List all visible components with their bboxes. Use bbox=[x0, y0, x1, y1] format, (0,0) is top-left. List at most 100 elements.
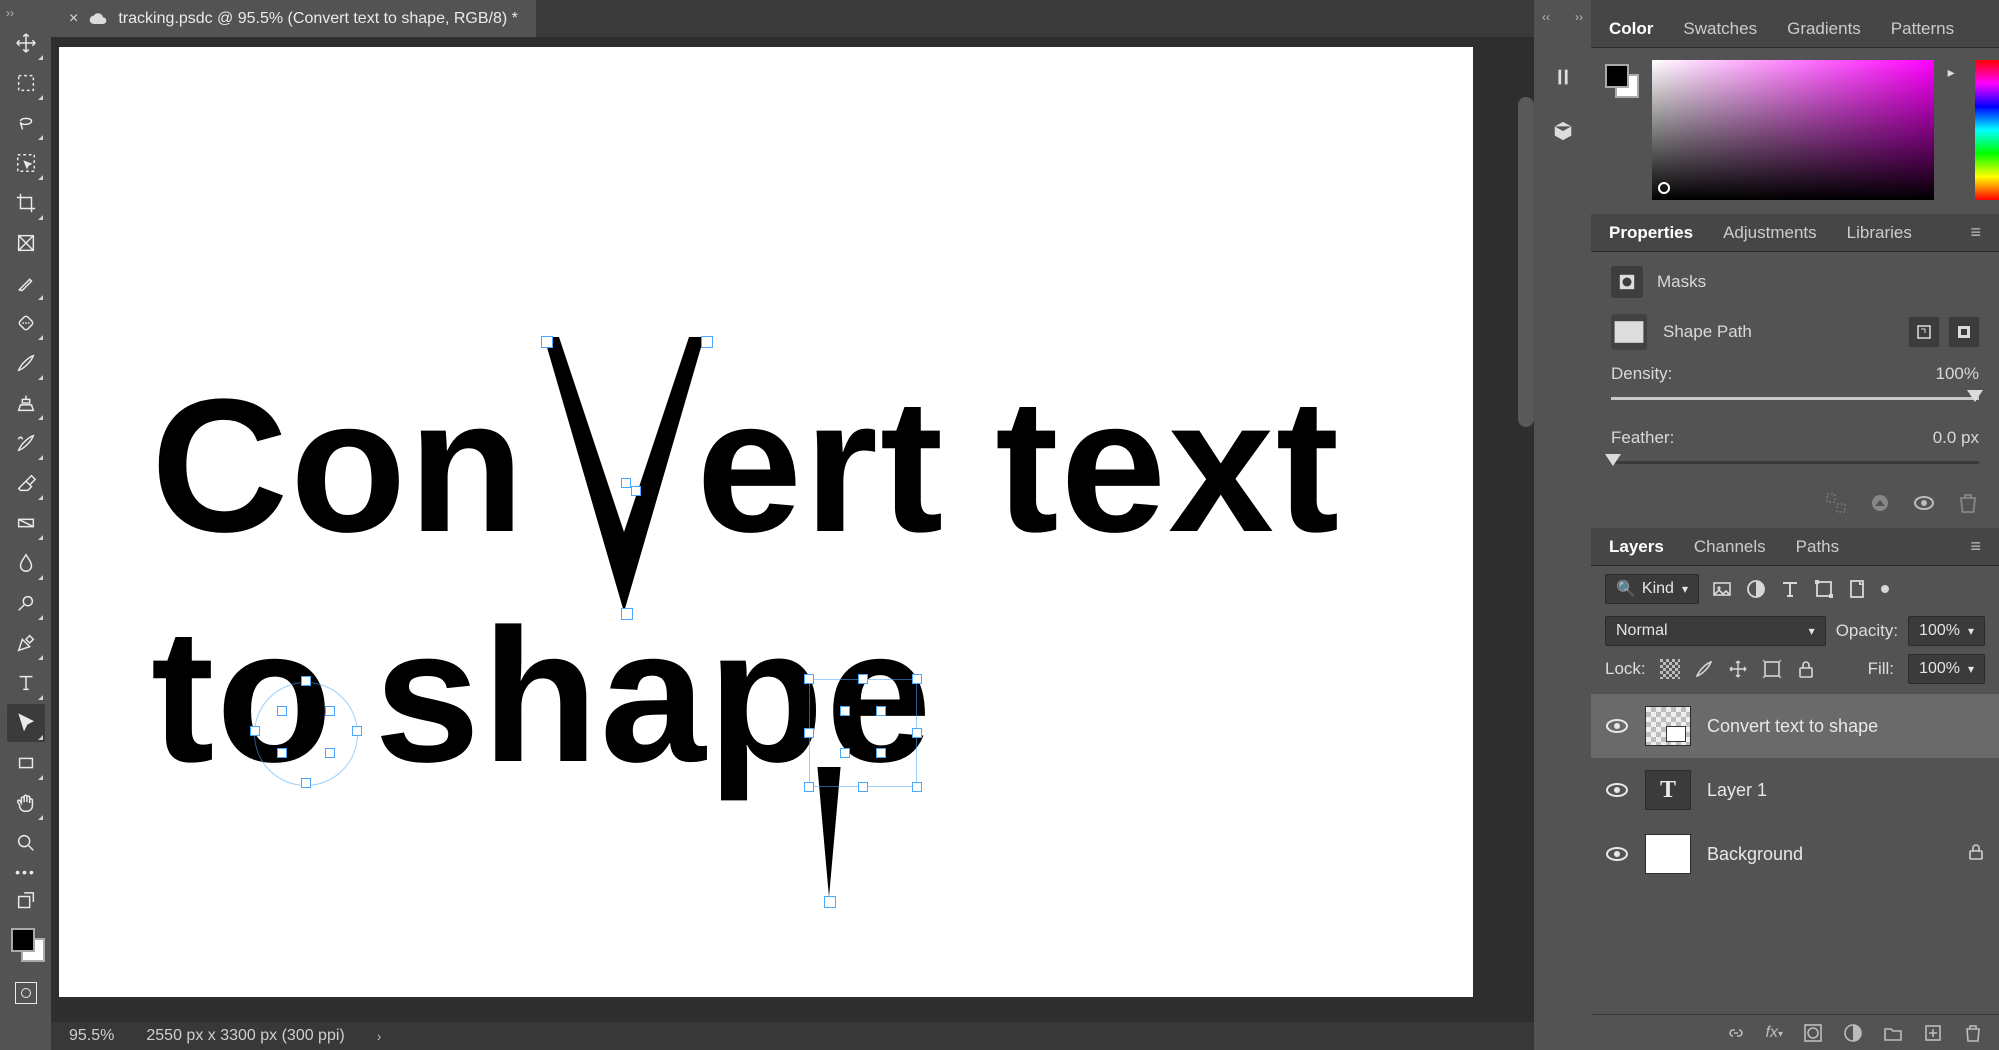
clone-stamp-tool[interactable] bbox=[7, 384, 45, 422]
lock-artboard-icon[interactable] bbox=[1762, 659, 1782, 679]
delete-mask-icon[interactable] bbox=[1957, 492, 1979, 514]
rectangle-tool[interactable] bbox=[7, 744, 45, 782]
hue-strip[interactable] bbox=[1975, 60, 1999, 200]
status-zoom[interactable]: 95.5% bbox=[69, 1027, 114, 1045]
tab-swatches[interactable]: Swatches bbox=[1683, 19, 1757, 39]
filter-shape-icon[interactable] bbox=[1813, 578, 1835, 600]
blend-mode-select[interactable]: Normal ▾ bbox=[1605, 616, 1826, 646]
density-slider[interactable] bbox=[1611, 388, 1979, 410]
edit-toolbar-icon[interactable] bbox=[7, 888, 45, 916]
feather-slider[interactable] bbox=[1611, 452, 1979, 474]
pen-tool[interactable] bbox=[7, 624, 45, 662]
frame-tool[interactable] bbox=[7, 224, 45, 262]
toolbar-collapse-chevrons[interactable]: ›› bbox=[0, 6, 51, 22]
filter-pixel-icon[interactable] bbox=[1711, 578, 1733, 600]
tab-layers[interactable]: Layers bbox=[1609, 537, 1664, 557]
lock-position-icon[interactable] bbox=[1728, 659, 1748, 679]
invert-mask-button[interactable] bbox=[1949, 317, 1979, 347]
density-value[interactable]: 100% bbox=[1936, 364, 1979, 384]
filter-type-icon[interactable] bbox=[1779, 578, 1801, 600]
type-tool[interactable] bbox=[7, 664, 45, 702]
path-select-tool[interactable] bbox=[7, 704, 45, 742]
delete-layer-icon[interactable] bbox=[1963, 1023, 1983, 1043]
tab-properties[interactable]: Properties bbox=[1609, 223, 1693, 243]
panel-menu-icon[interactable]: ≡ bbox=[1970, 222, 1981, 243]
opacity-field[interactable]: 100% ▾ bbox=[1908, 616, 1985, 646]
status-chevron-icon[interactable]: › bbox=[377, 1028, 382, 1044]
fill-field[interactable]: 100% ▾ bbox=[1908, 654, 1985, 684]
tab-patterns[interactable]: Patterns bbox=[1891, 19, 1954, 39]
layer-fx-icon[interactable]: fx▾ bbox=[1766, 1024, 1783, 1042]
color-field[interactable] bbox=[1652, 60, 1933, 200]
tab-gradients[interactable]: Gradients bbox=[1787, 19, 1861, 39]
dodge-tool[interactable] bbox=[7, 584, 45, 622]
crop-tool[interactable] bbox=[7, 184, 45, 222]
filter-toggle-dot[interactable] bbox=[1881, 585, 1889, 593]
layer-item[interactable]: T Layer 1 bbox=[1591, 758, 1999, 822]
spot-heal-tool[interactable] bbox=[7, 304, 45, 342]
canvas-scrollbar[interactable] bbox=[1518, 97, 1534, 427]
quick-mask-toggle[interactable] bbox=[15, 982, 37, 1004]
edited-v-shape[interactable] bbox=[539, 332, 709, 622]
eraser-tool[interactable] bbox=[7, 464, 45, 502]
dock-collapse-chevrons[interactable]: ‹‹ bbox=[1542, 10, 1550, 24]
layer-name[interactable]: Layer 1 bbox=[1707, 780, 1767, 801]
layer-thumbnail[interactable] bbox=[1645, 834, 1691, 874]
tab-libraries[interactable]: Libraries bbox=[1847, 223, 1912, 243]
layer-lock-icon[interactable] bbox=[1967, 843, 1985, 866]
filter-smart-icon[interactable] bbox=[1847, 578, 1869, 600]
status-doc-info[interactable]: 2550 px x 3300 px (300 ppi) bbox=[146, 1027, 344, 1045]
tab-adjustments[interactable]: Adjustments bbox=[1723, 223, 1817, 243]
link-layers-icon[interactable] bbox=[1726, 1023, 1746, 1043]
history-brush-tool[interactable] bbox=[7, 424, 45, 462]
more-tools-icon[interactable]: ••• bbox=[15, 864, 36, 886]
color-slider-arrow-icon[interactable]: ▸ bbox=[1948, 64, 1962, 81]
document-tab[interactable]: × tracking.psdc @ 95.5% (Convert text to… bbox=[51, 0, 536, 37]
visibility-toggle[interactable] bbox=[1605, 714, 1629, 738]
lock-transparent-icon[interactable] bbox=[1660, 659, 1680, 679]
layer-name[interactable]: Background bbox=[1707, 844, 1803, 865]
visibility-toggle[interactable] bbox=[1605, 778, 1629, 802]
mask-from-path-icon[interactable] bbox=[1869, 492, 1891, 514]
close-tab-icon[interactable]: × bbox=[69, 10, 78, 28]
zoom-tool[interactable] bbox=[7, 824, 45, 862]
gradient-tool[interactable] bbox=[7, 504, 45, 542]
canvas-viewport[interactable]: Conerttext toshape bbox=[51, 37, 1534, 1022]
canvas[interactable]: Conerttext toshape bbox=[59, 47, 1473, 997]
add-mask-icon[interactable] bbox=[1803, 1023, 1823, 1043]
panel-menu-icon[interactable]: ≡ bbox=[1970, 536, 1981, 557]
new-adjustment-icon[interactable] bbox=[1843, 1023, 1863, 1043]
filter-adjust-icon[interactable] bbox=[1745, 578, 1767, 600]
lasso-tool[interactable] bbox=[7, 104, 45, 142]
foreground-color-swatch[interactable] bbox=[11, 928, 35, 952]
lock-pixels-icon[interactable] bbox=[1694, 659, 1714, 679]
tab-color[interactable]: Color bbox=[1609, 19, 1653, 39]
layer-thumbnail[interactable] bbox=[1645, 706, 1691, 746]
brush-tool[interactable] bbox=[7, 344, 45, 382]
blur-tool[interactable] bbox=[7, 544, 45, 582]
color-picker-ring[interactable] bbox=[1658, 182, 1670, 194]
object-select-tool[interactable] bbox=[7, 144, 45, 182]
layer-thumbnail[interactable]: T bbox=[1645, 770, 1691, 810]
layer-name[interactable]: Convert text to shape bbox=[1707, 716, 1878, 737]
tab-paths[interactable]: Paths bbox=[1796, 537, 1839, 557]
layer-filter-kind[interactable]: 🔍 Kind ▾ bbox=[1605, 574, 1699, 604]
color-well[interactable] bbox=[1605, 64, 1638, 98]
dock-expand-chevrons[interactable]: ›› bbox=[1575, 10, 1583, 24]
layer-item[interactable]: Convert text to shape bbox=[1591, 694, 1999, 758]
tab-channels[interactable]: Channels bbox=[1694, 537, 1766, 557]
lock-all-icon[interactable] bbox=[1796, 659, 1816, 679]
move-tool[interactable] bbox=[7, 24, 45, 62]
new-group-icon[interactable] bbox=[1883, 1023, 1903, 1043]
mask-edge-icon[interactable] bbox=[1825, 492, 1847, 514]
feather-value[interactable]: 0.0 px bbox=[1933, 428, 1979, 448]
select-path-button[interactable] bbox=[1909, 317, 1939, 347]
toggle-mask-icon[interactable] bbox=[1913, 492, 1935, 514]
marquee-tool[interactable] bbox=[7, 64, 45, 102]
visibility-toggle[interactable] bbox=[1605, 842, 1629, 866]
3d-panel-icon[interactable] bbox=[1546, 114, 1580, 148]
edited-p-descender[interactable] bbox=[809, 767, 849, 902]
hand-tool[interactable] bbox=[7, 784, 45, 822]
layer-item[interactable]: Background bbox=[1591, 822, 1999, 886]
eyedropper-tool[interactable] bbox=[7, 264, 45, 302]
